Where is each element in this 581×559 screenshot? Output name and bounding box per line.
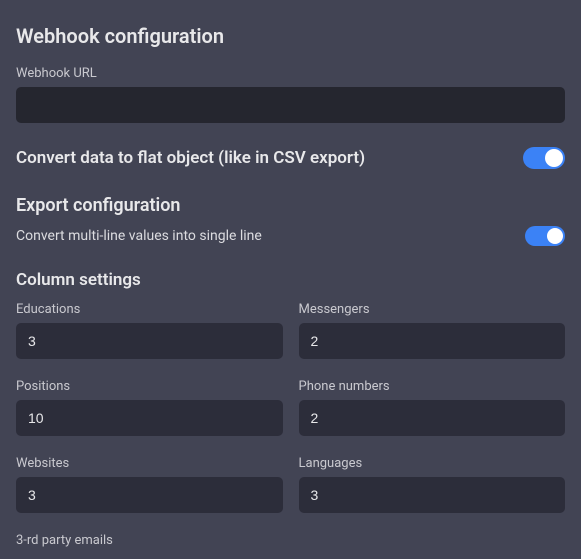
messengers-field: Messengers bbox=[299, 302, 566, 359]
phone-numbers-field: Phone numbers bbox=[299, 379, 566, 436]
webhook-url-label: Webhook URL bbox=[16, 66, 565, 81]
messengers-label: Messengers bbox=[299, 302, 566, 317]
multiline-toggle[interactable] bbox=[525, 226, 565, 246]
multiline-label: Convert multi-line values into single li… bbox=[16, 228, 262, 244]
languages-label: Languages bbox=[299, 456, 566, 471]
flat-object-row: Convert data to flat object (like in CSV… bbox=[16, 147, 565, 169]
languages-field: Languages bbox=[299, 456, 566, 513]
websites-label: Websites bbox=[16, 456, 283, 471]
column-settings-title: Column settings bbox=[16, 270, 565, 290]
toggle-knob bbox=[545, 149, 563, 167]
phone-numbers-input[interactable] bbox=[299, 400, 566, 436]
positions-input[interactable] bbox=[16, 400, 283, 436]
toggle-knob bbox=[547, 228, 563, 244]
educations-field: Educations bbox=[16, 302, 283, 359]
export-config-title: Export configuration bbox=[16, 195, 565, 216]
column-settings-grid: Educations Messengers Positions Phone nu… bbox=[16, 302, 565, 513]
websites-field: Websites bbox=[16, 456, 283, 513]
multiline-row: Convert multi-line values into single li… bbox=[16, 226, 565, 246]
phone-numbers-label: Phone numbers bbox=[299, 379, 566, 394]
third-party-emails-label: 3-rd party emails bbox=[16, 533, 565, 548]
websites-input[interactable] bbox=[16, 477, 283, 513]
webhook-config-title: Webhook configuration bbox=[16, 24, 565, 48]
languages-input[interactable] bbox=[299, 477, 566, 513]
educations-input[interactable] bbox=[16, 323, 283, 359]
messengers-input[interactable] bbox=[299, 323, 566, 359]
webhook-url-input[interactable] bbox=[16, 87, 565, 123]
educations-label: Educations bbox=[16, 302, 283, 317]
flat-object-label: Convert data to flat object (like in CSV… bbox=[16, 148, 365, 168]
positions-label: Positions bbox=[16, 379, 283, 394]
positions-field: Positions bbox=[16, 379, 283, 436]
flat-object-toggle[interactable] bbox=[523, 147, 565, 169]
